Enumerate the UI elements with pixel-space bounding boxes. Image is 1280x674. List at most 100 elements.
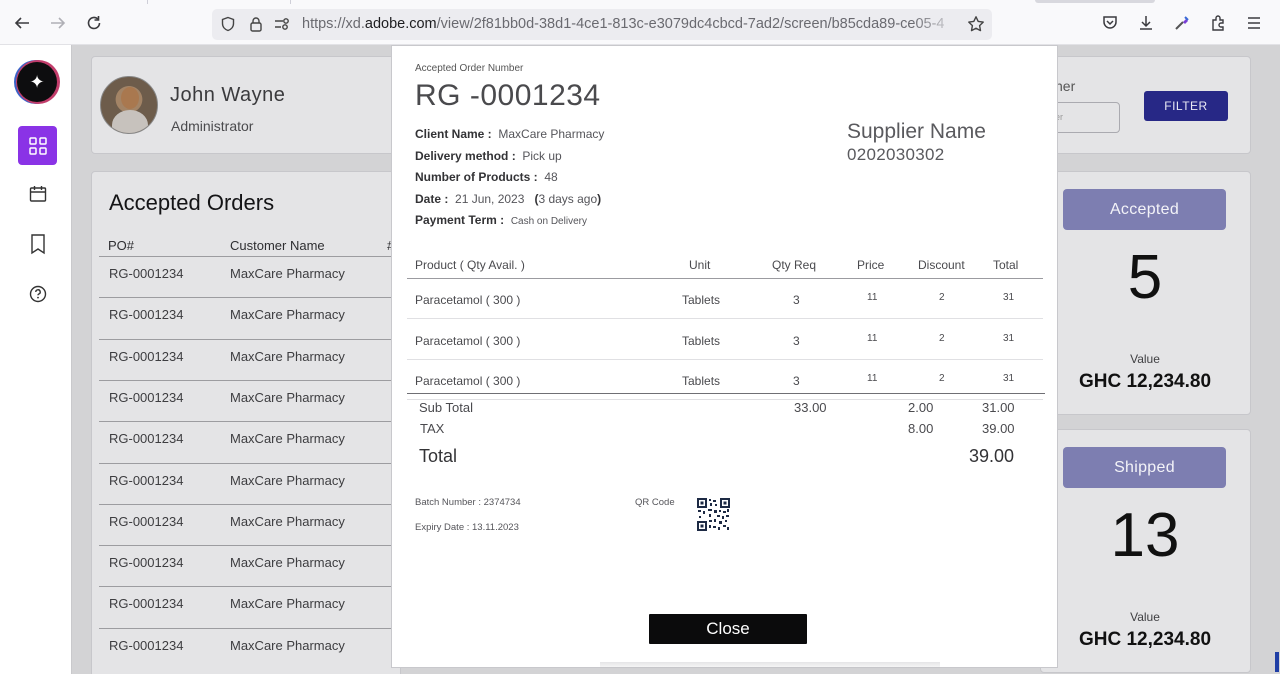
url-path: /view/2f81bb0d-38d1-4ce1-813c-e3079dc4cb… <box>436 16 945 32</box>
table-row[interactable]: RG-0001234 MaxCare Pharmacy <box>99 297 402 338</box>
payment-term-value: Cash on Delivery <box>510 216 587 227</box>
header-discount: Discount <box>918 258 965 272</box>
client-name-label: Client Name : <box>415 127 492 141</box>
item-discount: 2 <box>939 332 945 344</box>
header-qty: Qty Req <box>772 258 817 272</box>
order-customer-name: MaxCare Pharmacy <box>230 307 345 323</box>
permissions-icon[interactable] <box>273 15 291 33</box>
orders-table-header: PO# Customer Name # <box>108 238 408 253</box>
order-po-number: RG-0001234 <box>109 637 184 653</box>
item-total: 31 <box>1003 373 1015 384</box>
app-logo-icon[interactable]: ✦ <box>17 62 57 102</box>
accepted-orders-card: Accepted Orders PO# Customer Name # RG-0… <box>91 171 402 674</box>
date-label: Date : <box>415 192 449 206</box>
shipped-count: 13 <box>1110 501 1180 570</box>
supplier-number: 0202030302 <box>847 145 945 164</box>
order-po-number: RG-0001234 <box>109 266 184 281</box>
item-product: Paracetamol ( 300 ) <box>415 374 521 388</box>
bookmark-star-icon[interactable] <box>967 15 985 33</box>
item-unit: Tablets <box>682 374 721 388</box>
table-row[interactable]: RG-0001234 MaxCare Pharmacy <box>99 421 402 462</box>
order-po-number: RG-0001234 <box>109 555 184 571</box>
item-price: 11 <box>867 373 878 384</box>
orders-title: Accepted Orders <box>109 190 275 215</box>
delivery-method-label: Delivery method : <box>415 149 516 163</box>
item-qty: 3 <box>793 374 800 388</box>
menu-hamburger-icon[interactable] <box>1244 13 1264 33</box>
order-customer-name: MaxCare Pharmacy <box>230 266 345 281</box>
order-customer-name: MaxCare Pharmacy <box>230 513 345 529</box>
address-bar[interactable]: https://xd.adobe.com/view/2f81bb0d-38d1-… <box>212 9 992 40</box>
table-row[interactable]: RG-0001234 MaxCare Pharmacy <box>99 379 402 421</box>
order-po-number: RG-0001234 <box>109 472 184 488</box>
dashboard-icon[interactable] <box>18 126 57 165</box>
item-total: 31 <box>1003 332 1015 344</box>
order-customer-name: MaxCare Pharmacy <box>230 472 345 488</box>
item-price: 11 <box>867 332 878 344</box>
order-po-number: RG-0001234 <box>109 307 184 323</box>
shipped-value-label: Value <box>1130 610 1160 624</box>
grand-total-value: 39.00 <box>969 446 1015 466</box>
filter-input[interactable]: er <box>1050 102 1120 133</box>
download-icon[interactable] <box>1136 13 1156 33</box>
accepted-count: 5 <box>1127 243 1163 312</box>
shipped-stat-card: Shipped 13 Value GHC 12,234.80 <box>1040 429 1251 673</box>
filter-label: her <box>1055 78 1076 94</box>
extensions-icon[interactable] <box>1208 13 1228 33</box>
order-po-number: RG-0001234 <box>109 513 184 529</box>
window-edge-accent <box>1275 652 1279 672</box>
tax-total: 39.00 <box>982 421 1015 436</box>
order-po-number: RG-0001234 <box>109 348 184 364</box>
profile-role: Administrator <box>171 118 254 134</box>
eyedropper-icon[interactable] <box>1172 13 1192 33</box>
item-product: Paracetamol ( 300 ) <box>415 333 521 348</box>
lock-icon[interactable] <box>247 15 265 33</box>
date-value: 21 Jun, 2023 <box>455 192 525 206</box>
url-text[interactable]: https://xd.adobe.com/view/2f81bb0d-38d1-… <box>302 16 958 32</box>
table-row[interactable]: RG-0001234 MaxCare Pharmacy <box>99 545 402 586</box>
table-row[interactable]: Paracetamol ( 300 ) Tablets 3 11 2 31 <box>407 360 1043 400</box>
table-row[interactable]: Paracetamol ( 300 ) Tablets 3 11 2 31 <box>407 320 1043 360</box>
header-total: Total <box>993 258 1019 272</box>
active-tab-edge[interactable] <box>1035 0 1155 3</box>
avatar[interactable] <box>100 76 158 134</box>
shipped-badge[interactable]: Shipped <box>1063 447 1226 488</box>
shipped-value: GHC 12,234.80 <box>1078 629 1212 650</box>
table-row[interactable]: Paracetamol ( 300 ) Tablets 3 11 2 31 <box>407 279 1043 319</box>
item-discount: 2 <box>939 373 945 384</box>
table-row[interactable]: RG-0001234 MaxCare Pharmacy <box>99 338 402 380</box>
table-row[interactable]: RG-0001234 MaxCare Pharmacy <box>99 586 402 627</box>
order-customer-name: MaxCare Pharmacy <box>230 389 345 405</box>
reload-icon[interactable] <box>83 12 105 34</box>
table-row[interactable]: RG-0001234 MaxCare Pharmacy <box>99 256 402 297</box>
forward-arrow-icon[interactable] <box>47 12 69 34</box>
summary-divider <box>407 393 1045 394</box>
subtotal-qty: 33.00 <box>794 400 827 415</box>
subtotal-total: 31.00 <box>982 400 1015 415</box>
calendar-icon[interactable] <box>18 174 57 213</box>
help-icon[interactable] <box>18 274 57 313</box>
pocket-icon[interactable] <box>1100 13 1120 33</box>
url-prefix: https://xd. <box>302 16 365 32</box>
modal-shadow <box>600 662 940 670</box>
table-row[interactable]: RG-0001234 MaxCare Pharmacy <box>99 627 402 669</box>
order-customer-name: MaxCare Pharmacy <box>230 348 345 364</box>
item-qty: 3 <box>793 333 800 348</box>
paren-close: ) <box>597 192 602 206</box>
grand-total-label: Total <box>419 446 458 466</box>
table-row[interactable]: RG-0001234 MaxCare Pharmacy <box>99 503 402 545</box>
back-arrow-icon[interactable] <box>11 12 33 34</box>
filter-button[interactable]: FILTER <box>1144 91 1228 121</box>
table-row[interactable]: RG-0001234 MaxCare Pharmacy <box>99 462 402 504</box>
close-button[interactable]: Close <box>649 614 807 644</box>
header-unit: Unit <box>689 258 711 272</box>
accepted-stat-card: Accepted 5 Value GHC 12,234.80 <box>1040 171 1251 415</box>
shield-icon[interactable] <box>219 15 237 33</box>
bookmark-icon[interactable] <box>18 224 57 263</box>
order-customer-name: MaxCare Pharmacy <box>230 637 345 653</box>
accepted-badge[interactable]: Accepted <box>1063 189 1226 230</box>
order-po-number: RG-0001234 <box>109 596 184 612</box>
order-po-number: RG-0001234 <box>109 431 184 447</box>
sidebar: ✦ <box>0 45 72 674</box>
tab-separator <box>147 0 148 4</box>
